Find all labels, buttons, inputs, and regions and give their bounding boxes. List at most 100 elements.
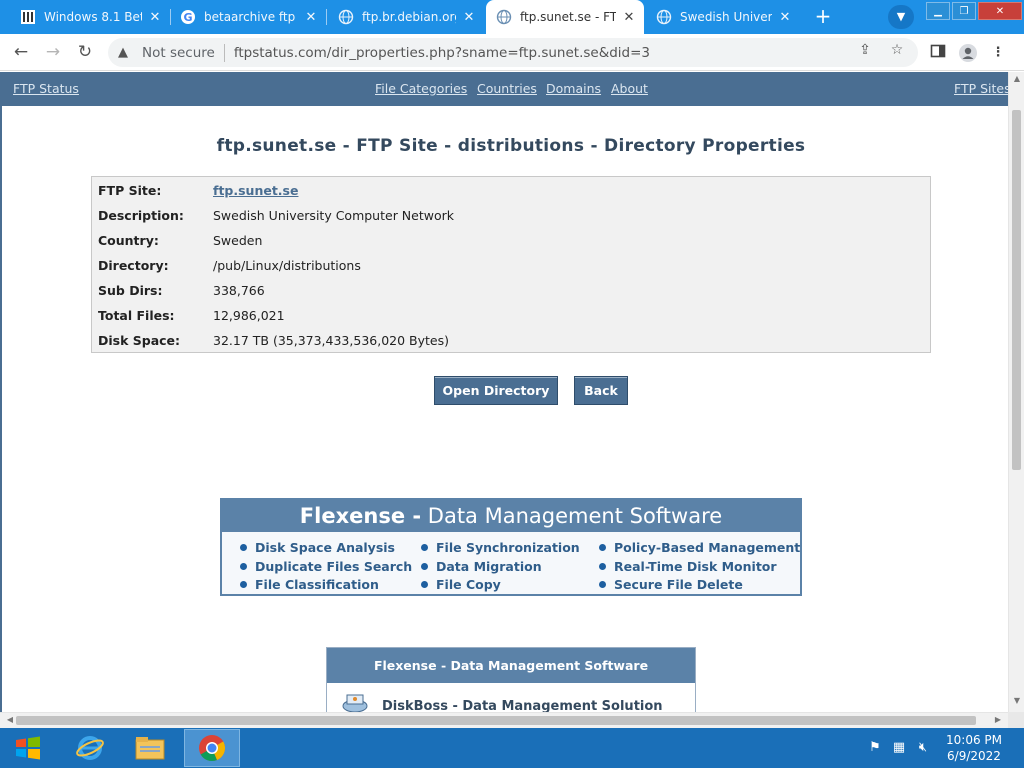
divider [223,43,225,62]
tab-windows-beta[interactable]: Windows 8.1 Beta ✕ [10,0,170,34]
back-button[interactable]: Back [574,376,628,405]
tab-label: Swedish Universit [680,10,772,24]
property-key: Country: [98,233,159,248]
software-list-box: Flexense - Data Management Software Disk… [326,647,696,712]
tab-search-button[interactable]: ▼ [888,5,914,29]
property-row-total-files: Total Files: 12,986,021 [98,308,285,328]
network-icon[interactable]: ▦ [890,740,908,756]
scroll-down-icon[interactable]: ▼ [1009,696,1024,705]
tab-label: Windows 8.1 Beta [44,10,142,24]
minimize-button[interactable]: ▁ [926,2,950,20]
nav-file-categories[interactable]: File Categories [375,81,467,96]
globe-icon [338,9,354,25]
taskbar-internet-explorer[interactable] [62,729,118,767]
vertical-scroll-thumb[interactable] [1012,110,1021,470]
property-row-disk-space: Disk Space: 32.17 TB (35,373,433,536,020… [98,333,449,353]
horizontal-scroll-thumb[interactable] [16,716,976,725]
nav-domains[interactable]: Domains [546,81,601,96]
banner-item[interactable]: Data Migration [421,559,542,574]
banner-item[interactable]: Real-Time Disk Monitor [599,559,777,574]
property-row-directory: Directory: /pub/Linux/distributions [98,258,361,278]
browser-tab-strip: Windows 8.1 Beta ✕ G betaarchive ftp m ✕… [0,0,1024,34]
url-text[interactable]: ftpstatus.com/dir_properties.php?sname=f… [234,45,650,61]
volume-muted-icon[interactable]: 🔇︎ [914,740,932,756]
windows-taskbar: ⚑ ▦ 🔇︎ 10:06 PM 6/9/2022 [0,728,1024,768]
clock-date: 6/9/2022 [947,749,1001,763]
diskboss-icon [341,692,369,712]
property-value: /pub/Linux/distributions [213,258,361,273]
banner-item[interactable]: Disk Space Analysis [240,540,395,555]
arrow-left-icon: ← [13,42,29,62]
side-panel-icon[interactable] [928,43,948,63]
kebab-menu-icon[interactable]: ⋮ [988,43,1008,63]
banner-item[interactable]: File Synchronization [421,540,580,555]
vertical-scrollbar[interactable]: ▲ ▼ [1008,72,1024,712]
arrow-right-icon: → [45,42,61,62]
tab-debian[interactable]: ftp.br.debian.org ✕ [328,0,484,34]
browser-toolbar: ← → ↻ ▲ Not secure ftpstatus.com/dir_pro… [0,34,1024,71]
banner-header: Flexense - Data Management Software [222,500,800,532]
reload-button[interactable]: ↻ [72,39,98,65]
flag-icon[interactable]: ⚑ [866,740,884,756]
diskboss-link[interactable]: DiskBoss - Data Management Solution [382,699,663,712]
banner-item[interactable]: File Classification [240,577,379,592]
folder-icon [135,737,165,760]
property-value: 12,986,021 [213,308,285,323]
tab-label: ftp.sunet.se - FTP [520,10,616,24]
nav-ftp-sites[interactable]: FTP Sites [954,81,1008,96]
close-icon[interactable]: ✕ [778,10,792,25]
property-value: 338,766 [213,283,265,298]
nav-ftp-status[interactable]: FTP Status [13,81,79,96]
forward-nav-button[interactable]: → [40,39,66,65]
property-key: Directory: [98,258,169,273]
property-value: Sweden [213,233,263,248]
ftp-site-link[interactable]: ftp.sunet.se [213,183,298,203]
scroll-up-icon[interactable]: ▲ [1009,74,1024,83]
close-icon[interactable]: ✕ [462,10,476,25]
reload-icon: ↻ [77,42,93,62]
banner-item[interactable]: Secure File Delete [599,577,743,592]
warning-icon[interactable]: ▲ [118,45,134,60]
restore-icon: ❐ [959,5,969,17]
start-button[interactable] [0,729,56,767]
restore-button[interactable]: ❐ [952,2,976,20]
close-icon[interactable]: ✕ [148,10,162,25]
scroll-right-icon[interactable]: ▶ [990,715,1006,724]
taskbar-chrome[interactable] [184,729,240,767]
tab-separator [326,9,327,25]
tab-label: betaarchive ftp m [204,10,298,24]
property-row-country: Country: Sweden [98,233,262,253]
banner-tagline: Data Management Software [427,504,723,528]
taskbar-file-explorer[interactable] [122,729,178,767]
tab-sunet-active[interactable]: ftp.sunet.se - FTP ✕ [486,0,644,34]
address-bar[interactable]: ▲ Not secure ftpstatus.com/dir_propertie… [108,38,918,67]
horizontal-scrollbar[interactable]: ◀ ▶ [0,712,1008,728]
close-icon[interactable]: ✕ [304,10,318,25]
banner-item[interactable]: Duplicate Files Search [240,559,412,574]
property-row-ftp-site: FTP Site: ftp.sunet.se [98,183,298,203]
globe-icon [656,9,672,25]
globe-icon [496,9,512,25]
profile-avatar-icon[interactable] [958,43,978,63]
close-icon: ✕ [995,5,1005,17]
property-key: Disk Space: [98,333,181,348]
window-close-button[interactable]: ✕ [978,2,1022,20]
archive-icon [20,9,36,25]
scroll-corner [1008,712,1024,728]
close-icon[interactable]: ✕ [622,10,636,25]
back-nav-button[interactable]: ← [8,39,34,65]
nav-about[interactable]: About [611,81,648,96]
tab-label: ftp.br.debian.org [362,10,456,24]
banner-item[interactable]: Policy-Based Management [599,540,800,555]
new-tab-button[interactable]: + [812,6,834,28]
property-key: Description: [98,208,184,223]
system-clock[interactable]: 10:06 PM 6/9/2022 [944,732,1004,764]
star-icon[interactable]: ☆ [888,41,906,59]
banner-item[interactable]: File Copy [421,577,501,592]
nav-countries[interactable]: Countries [477,81,537,96]
open-directory-button[interactable]: Open Directory [434,376,558,405]
tab-betaarchive[interactable]: G betaarchive ftp m ✕ [170,0,326,34]
tab-swedish-university[interactable]: Swedish Universit ✕ [646,0,800,34]
flexense-banner[interactable]: Flexense - Data Management Software Disk… [220,498,802,596]
share-icon[interactable]: ⇪ [856,41,874,59]
